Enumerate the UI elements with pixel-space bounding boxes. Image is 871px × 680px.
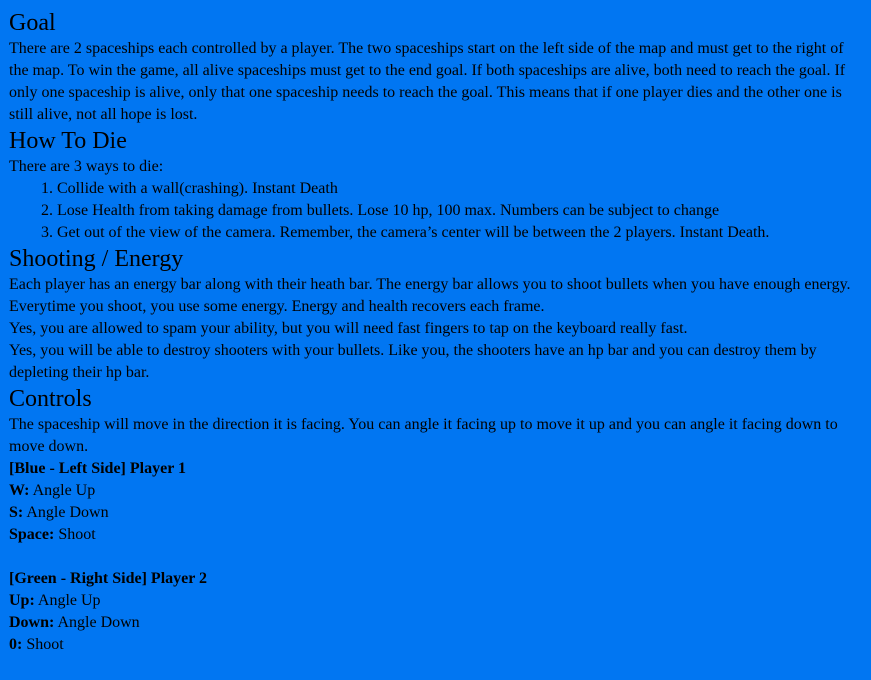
player2-control-row: 0: Shoot [9, 634, 862, 656]
death-list: Collide with a wall(crashing). Instant D… [9, 178, 862, 244]
shooting-text-1: Each player has an energy bar along with… [9, 276, 851, 315]
player1-title-text: [Blue - Left Side] Player 1 [9, 460, 187, 477]
how-to-die-heading: How To Die [9, 128, 127, 154]
control-action: Angle Up [29, 482, 96, 499]
control-key: W: [9, 482, 30, 499]
list-item: Lose Health from taking damage from bull… [57, 200, 862, 222]
goal-heading: Goal [9, 10, 56, 36]
control-key: Space: [9, 526, 55, 543]
control-key: Down: [9, 614, 55, 631]
list-item: Collide with a wall(crashing). Instant D… [57, 178, 862, 200]
shooting-text-3: Yes, you will be able to destroy shooter… [9, 342, 817, 381]
player2-title: [Green - Right Side] Player 2 [9, 568, 862, 590]
shooting-text-2: Yes, you are allowed to spam your abilit… [9, 320, 688, 337]
controls-heading: Controls [9, 386, 92, 412]
shooting-heading: Shooting / Energy [9, 246, 184, 272]
list-item: Get out of the view of the camera. Remem… [57, 222, 862, 244]
player2-control-row: Down: Angle Down [9, 612, 862, 634]
control-action: Shoot [54, 526, 96, 543]
player1-control-row: S: Angle Down [9, 502, 862, 524]
control-key: S: [9, 504, 24, 521]
instructions-page: Goal There are 2 spaceships each control… [0, 0, 871, 680]
control-key: Up: [9, 592, 35, 609]
player1-control-row: Space: Shoot [9, 524, 862, 546]
control-action: Shoot [22, 636, 64, 653]
control-key: 0: [9, 636, 23, 653]
player1-title: [Blue - Left Side] Player 1 [9, 458, 862, 480]
control-action: Angle Up [34, 592, 101, 609]
player2-control-row: Up: Angle Up [9, 590, 862, 612]
how-to-die-intro: There are 3 ways to die: [9, 158, 164, 175]
player2-title-text: [Green - Right Side] Player 2 [9, 570, 208, 587]
control-action: Angle Down [54, 614, 140, 631]
goal-text: There are 2 spaceships each controlled b… [9, 40, 846, 123]
controls-spacer [9, 546, 862, 568]
player1-control-row: W: Angle Up [9, 480, 862, 502]
controls-intro: The spaceship will move in the direction… [9, 416, 838, 455]
control-action: Angle Down [23, 504, 109, 521]
